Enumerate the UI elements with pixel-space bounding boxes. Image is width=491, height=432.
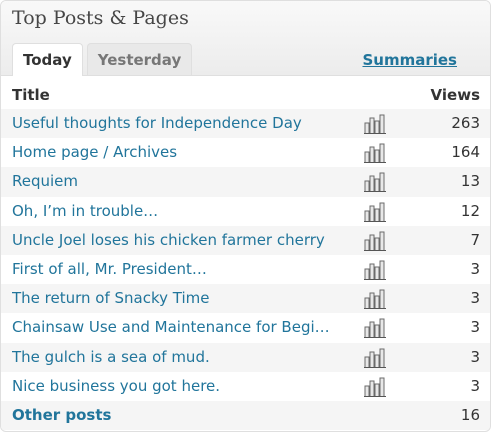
post-title-link[interactable]: Oh, I’m in trouble… xyxy=(12,197,330,226)
bar-chart-icon[interactable] xyxy=(364,260,386,281)
bar-chart-icon[interactable] xyxy=(364,377,386,398)
post-views: 263 xyxy=(451,114,480,132)
post-title-link[interactable]: Uncle Joel loses his chicken farmer cher… xyxy=(12,226,330,255)
post-title-link[interactable]: Requiem xyxy=(12,167,330,196)
post-views: 3 xyxy=(470,376,480,395)
table-row: Chainsaw Use and Maintenance for Begi… 3 xyxy=(1,313,490,342)
tab-today[interactable]: Today xyxy=(12,43,83,76)
post-views: 13 xyxy=(460,172,480,191)
bar-chart-icon[interactable] xyxy=(364,231,386,252)
bar-chart-icon[interactable] xyxy=(364,289,386,310)
post-title-link[interactable]: Home page / Archives xyxy=(12,138,330,167)
table-row: The gulch is a sea of mud. 3 xyxy=(1,342,490,372)
tab-bar: Today Yesterday xyxy=(12,43,196,76)
post-views: 3 xyxy=(470,289,480,308)
table-row: The return of Snacky Time 3 xyxy=(1,284,490,314)
post-views: 3 xyxy=(470,259,480,278)
title-column-header: Title xyxy=(12,86,50,104)
bar-chart-icon[interactable] xyxy=(364,172,386,193)
post-title-link[interactable]: Nice business you got here. xyxy=(12,372,330,401)
posts-list: Useful thoughts for Independence Day 263… xyxy=(1,109,490,431)
table-row: Nice business you got here. 3 xyxy=(1,372,490,401)
post-title-link[interactable]: First of all, Mr. President… xyxy=(12,255,330,284)
top-posts-widget: Top Posts & Pages Today Yesterday Summar… xyxy=(0,0,491,432)
post-views: 7 xyxy=(470,230,480,249)
bar-chart-icon[interactable] xyxy=(364,348,386,368)
table-row: Uncle Joel loses his chicken farmer cher… xyxy=(1,225,490,255)
widget-header: Top Posts & Pages Today Yesterday Summar… xyxy=(1,1,490,76)
post-title-link[interactable]: The gulch is a sea of mud. xyxy=(12,343,330,372)
bar-chart-icon[interactable] xyxy=(364,114,386,135)
post-views: 12 xyxy=(460,201,480,220)
post-views: 164 xyxy=(451,143,480,162)
bar-chart-icon[interactable] xyxy=(364,143,386,164)
bar-chart-icon[interactable] xyxy=(364,202,386,223)
table-row: Useful thoughts for Independence Day 263 xyxy=(1,109,490,139)
table-row: Oh, I’m in trouble… 12 xyxy=(1,197,490,226)
other-posts-row: Other posts 16 xyxy=(1,400,490,431)
tab-yesterday[interactable]: Yesterday xyxy=(86,43,193,75)
post-title-link[interactable]: The return of Snacky Time xyxy=(12,284,330,313)
post-title-link[interactable]: Chainsaw Use and Maintenance for Begi… xyxy=(12,313,330,342)
other-posts-link[interactable]: Other posts xyxy=(12,401,330,430)
post-views: 3 xyxy=(470,318,480,337)
summaries-link[interactable]: Summaries xyxy=(362,51,457,69)
bar-chart-icon[interactable] xyxy=(364,318,386,339)
table-row: Home page / Archives 164 xyxy=(1,138,490,167)
widget-title: Top Posts & Pages xyxy=(12,7,189,29)
post-views: 3 xyxy=(470,347,480,366)
post-title-link[interactable]: Useful thoughts for Independence Day xyxy=(12,109,330,138)
views-column-header: Views xyxy=(430,86,480,104)
table-row: First of all, Mr. President… 3 xyxy=(1,255,490,284)
table-row: Requiem 13 xyxy=(1,167,490,197)
table-header: Title Views xyxy=(12,86,480,106)
other-posts-views: 16 xyxy=(460,405,480,424)
